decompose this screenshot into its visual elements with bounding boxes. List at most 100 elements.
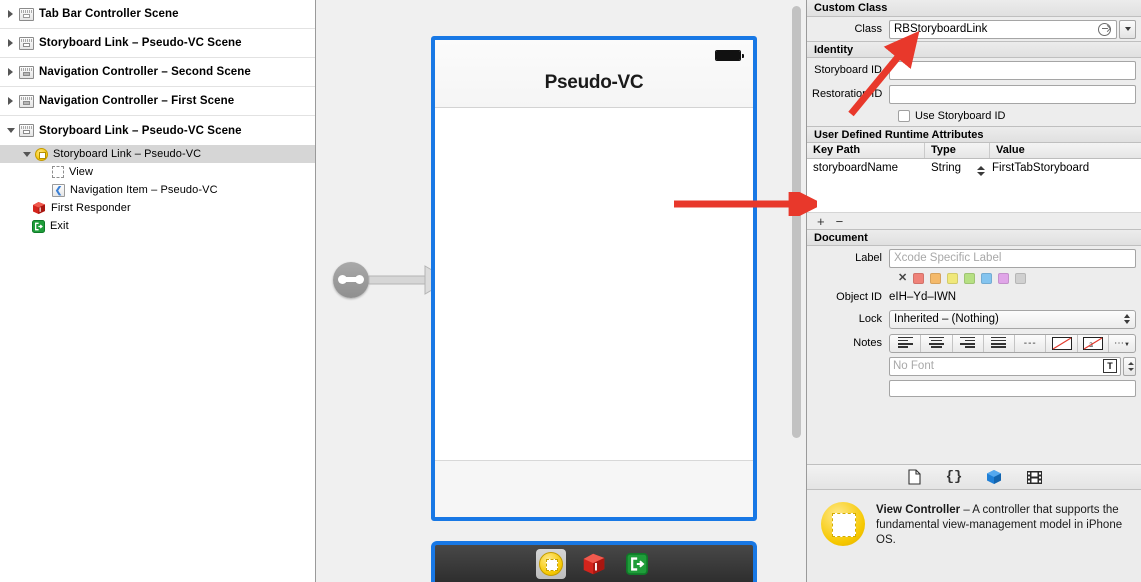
exit-dock-icon[interactable] [622,549,652,579]
udra-remove-button[interactable]: − [836,214,844,229]
object-id-label: Object ID [836,291,882,303]
table-row[interactable]: storyboardName String FirstTabStoryboard [807,159,1141,176]
outline-scene-row[interactable]: Navigation Controller – First Scene [0,87,315,116]
outline-item-first-responder[interactable]: First Responder [0,199,315,217]
outline-item-exit[interactable]: Exit [0,217,315,235]
object-id-value: eIH–Yd–IWN [889,291,957,303]
battery-icon [715,50,744,61]
notes-toolbar-row[interactable]: Notes --- a ⋯▼ [807,331,1141,355]
disclosure-triangle-icon[interactable] [6,67,17,78]
udra-table-footer[interactable]: + − [807,212,1141,229]
disclosure-triangle-icon[interactable] [6,9,17,20]
lock-row[interactable]: Lock Inherited – (Nothing) [807,307,1141,331]
disclosure-triangle-icon[interactable] [6,125,17,136]
udra-add-button[interactable]: + [817,214,825,229]
outline-scene-label: Storyboard Link – Pseudo-VC Scene [39,37,242,49]
document-outline-sidebar[interactable]: Tab Bar Controller Scene Storyboard Link… [0,0,316,582]
disclosure-triangle-icon[interactable] [6,38,17,49]
custom-class-section-header: Custom Class [807,0,1141,17]
first-responder-icon [32,201,46,215]
outline-item-storyboard-link[interactable]: Storyboard Link – Pseudo-VC [0,145,315,163]
clear-color-icon[interactable]: ✕ [898,273,907,284]
restoration-id-row[interactable]: Restoration ID [807,82,1141,106]
disclosure-triangle-icon[interactable] [6,96,17,107]
disclosure-triangle-icon[interactable] [22,149,33,160]
view-controller-bottom-area [435,460,753,517]
color-swatch-green[interactable] [964,273,976,284]
udra-type-stepper[interactable] [977,162,990,176]
font-size-stepper[interactable] [1123,356,1136,376]
help-text: View Controller – A controller that supp… [876,502,1131,582]
navigation-bar-title: Pseudo-VC [544,72,644,93]
view-icon [52,166,64,178]
document-label-input[interactable]: Xcode Specific Label [889,248,1136,268]
navigation-controller-scene-icon [19,94,34,108]
outline-item-navigation-item[interactable]: ❮ Navigation Item – Pseudo-VC [0,181,315,199]
view-controller-scene-frame[interactable]: Pseudo-VC [431,36,757,521]
help-title: View Controller [876,504,961,516]
udra-key-path-cell[interactable]: storyboardName [807,162,925,174]
udra-type-cell[interactable]: String [925,162,977,174]
color-swatch-purple[interactable] [998,273,1010,284]
canvas-vertical-scrollbar[interactable] [792,6,801,438]
notes-label: Notes [853,337,882,349]
notes-font-row[interactable]: No Font T [807,355,1141,377]
color-swatch-blue[interactable] [981,273,993,284]
lock-select[interactable]: Inherited – (Nothing) [889,309,1136,329]
exit-icon [32,219,45,233]
color-swatch-yellow[interactable] [947,273,959,284]
udra-col-type: Type [925,143,990,158]
align-right-icon[interactable] [953,334,984,352]
outline-scene-row[interactable]: Navigation Controller – Second Scene [0,58,315,87]
background-color-none-icon[interactable]: a [1078,334,1109,352]
view-controller-content-view[interactable] [435,108,753,460]
storyboard-id-input[interactable] [889,60,1136,80]
storyboard-canvas[interactable]: Pseudo-VC [316,0,806,582]
inspector-tab-bar[interactable]: {} [807,464,1141,490]
notes-more-menu-icon[interactable]: ⋯▼ [1109,335,1135,352]
scene-dock[interactable] [431,541,757,582]
first-responder-dock-icon[interactable] [579,549,609,579]
document-label-row[interactable]: Label Xcode Specific Label [807,246,1141,270]
class-dropdown-button[interactable] [1119,19,1136,39]
outline-item-view[interactable]: View [0,163,315,181]
use-storyboard-id-checkbox[interactable] [898,110,910,122]
file-inspector-tab[interactable] [905,468,923,486]
class-input[interactable]: RBStoryboardLink [889,19,1117,39]
udra-table-body[interactable]: storyboardName String FirstTabStoryboard [807,159,1141,212]
outline-item-label: Navigation Item – Pseudo-VC [70,184,218,196]
jump-to-definition-icon[interactable] [1098,22,1111,36]
color-swatch-orange[interactable] [930,273,942,284]
color-swatch-red[interactable] [913,273,925,284]
align-center-icon[interactable] [921,334,953,352]
outline-item-label: Exit [50,220,69,232]
class-field-row[interactable]: Class RBStoryboardLink [807,17,1141,41]
view-controller-dock-icon[interactable] [536,548,566,579]
restoration-id-input[interactable] [889,84,1136,104]
outline-scene-row[interactable]: Tab Bar Controller Scene [0,0,315,29]
align-left-icon[interactable] [890,334,922,352]
quick-help-inspector-tab[interactable]: {} [945,468,963,486]
label-color-swatches[interactable]: ✕ [807,270,1141,287]
storyboard-id-row[interactable]: Storyboard ID [807,58,1141,82]
text-color-none-icon[interactable] [1046,334,1078,352]
identity-inspector-tab[interactable] [985,468,1003,486]
notes-font-placeholder: No Font [893,360,934,372]
udra-value-cell[interactable]: FirstTabStoryboard [990,162,1141,174]
font-panel-icon[interactable]: T [1103,359,1117,373]
align-justify-icon[interactable] [984,334,1016,352]
lock-select-value: Inherited – (Nothing) [894,313,999,325]
outline-scene-row[interactable]: Storyboard Link – Pseudo-VC Scene [0,29,315,58]
notes-text-row[interactable] [807,377,1141,399]
outline-scene-row-expanded[interactable]: Storyboard Link – Pseudo-VC Scene [0,116,315,145]
dashes-icon[interactable]: --- [1015,334,1047,352]
notes-textarea[interactable] [889,379,1136,397]
media-library-tab[interactable] [1025,468,1043,486]
color-swatch-gray[interactable] [1015,273,1027,284]
notes-font-input[interactable]: No Font T [889,356,1121,376]
identity-inspector-panel[interactable]: Custom Class Class RBStoryboardLink Iden… [806,0,1141,582]
notes-formatting-toolbar[interactable]: --- a ⋯▼ [889,333,1136,353]
class-field-label: Class [854,23,882,35]
use-storyboard-id-row[interactable]: Use Storyboard ID [807,106,1141,126]
navigation-controller-scene-icon [19,65,34,79]
